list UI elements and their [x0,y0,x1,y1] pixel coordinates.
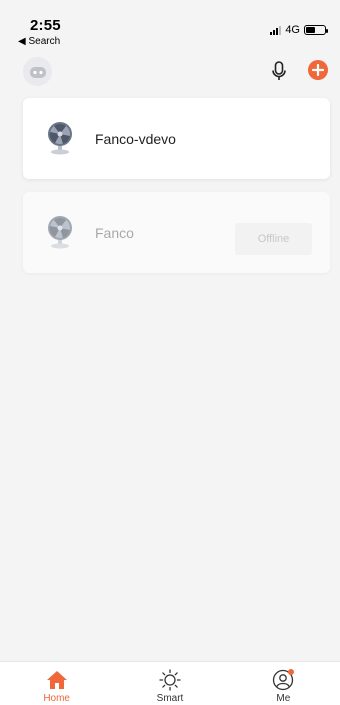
robot-icon [29,66,46,78]
device-name: Fanco [95,225,134,241]
top-bar [0,55,340,87]
tab-smart[interactable]: Smart [113,662,226,705]
me-icon-wrapper [272,669,295,691]
tab-home[interactable]: Home [0,662,113,705]
status-bar: 2:55 ◀ Search 4G [0,0,340,50]
clock: 2:55 [30,17,61,34]
avatar[interactable] [23,57,52,86]
mic-icon [272,61,286,80]
device-card[interactable]: Fanco-vdevo [23,98,330,179]
plus-icon [312,64,324,76]
sun-icon [159,669,181,691]
offline-badge: Offline [235,223,312,255]
back-to-search-link[interactable]: ◀ Search [18,36,60,47]
voice-button[interactable] [268,60,290,82]
tab-label: Me [276,693,291,704]
battery-icon [304,25,328,35]
tab-label: Smart [156,693,184,704]
tab-me[interactable]: Me [227,662,340,705]
device-name: Fanco-vdevo [95,131,176,147]
home-icon [46,671,67,689]
fan-icon [48,216,72,249]
status-indicators: 4G [270,24,328,36]
tab-bar: Home Smart Me [0,661,340,705]
network-type: 4G [285,24,300,36]
signal-icon [270,25,282,35]
device-card[interactable]: Fanco Offline [23,192,330,273]
fan-icon [48,122,72,155]
app-screen: 2:55 ◀ Search 4G Fanco-vdevo Fanco Offli… [0,0,340,705]
tab-label: Home [43,693,70,704]
add-device-button[interactable] [308,60,328,80]
